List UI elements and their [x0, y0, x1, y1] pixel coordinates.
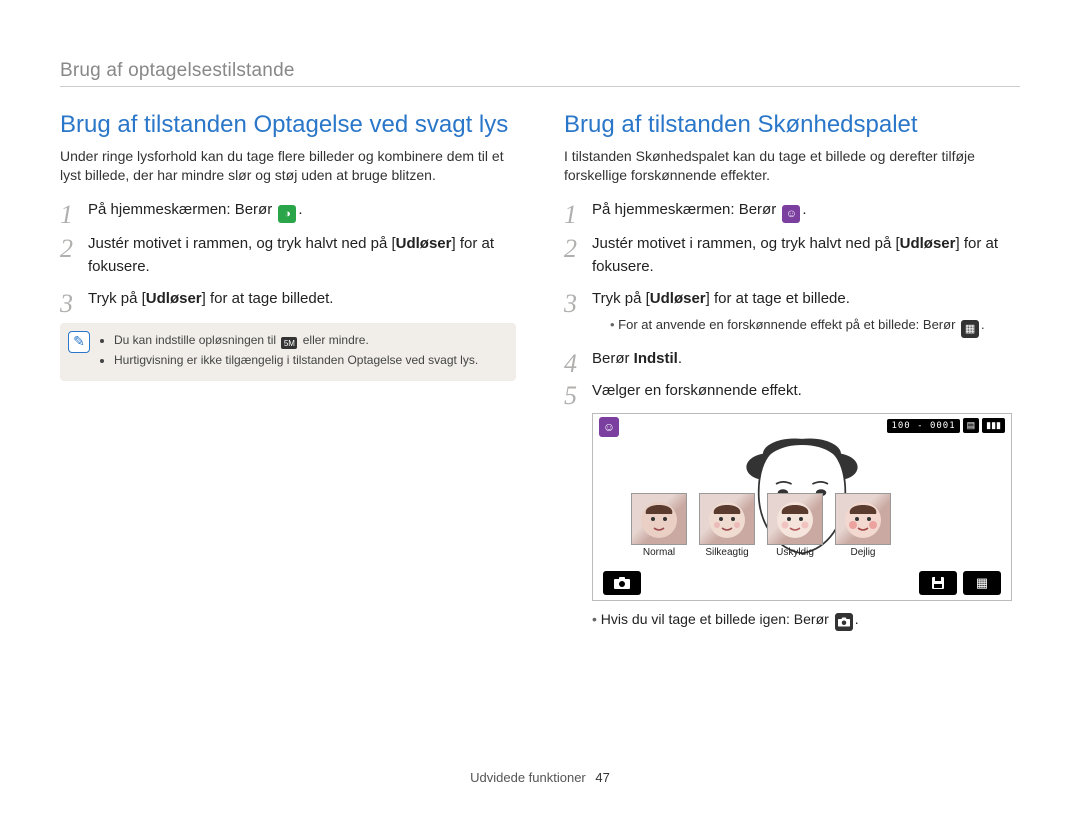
beauty-palette-mode-icon: ☺ [782, 205, 800, 223]
under-shot-b: . [855, 611, 859, 627]
two-column-layout: Brug af tilstanden Optagelse ved svagt l… [60, 111, 1020, 631]
image-counter: 100 - 0001 [887, 419, 959, 433]
effect-thumbnails: Normal Silkeagtig Uskyldig Dejlig [631, 493, 891, 558]
thumb-silky[interactable]: Silkeagtig [699, 493, 755, 558]
note-box: ✎ Du kan indstille opløsningen til 5M el… [60, 323, 516, 382]
page-footer: Udvidede funktioner 47 [0, 770, 1080, 785]
step-5: Vælger en forskønnende effekt. [564, 380, 1020, 403]
under-shot-a: Hvis du vil tage et billede igen: Berør [601, 611, 833, 627]
thumb-label: Dejlig [835, 547, 891, 558]
mode-badge-icon: ☺ [599, 417, 619, 437]
intro-low-light: Under ringe lysforhold kan du tage flere… [60, 147, 516, 185]
step-4-text-b: . [678, 350, 682, 367]
step-1: På hjemmeskærmen: Berør ☺. [564, 199, 1020, 223]
step-3-bold: Udløser [650, 290, 706, 307]
battery-icon: ▮▮▮ [982, 418, 1005, 433]
thumb-label: Silkeagtig [699, 547, 755, 558]
note-1-b: eller mindre. [299, 333, 368, 347]
step-2: Justér motivet i rammen, og tryk halvt n… [60, 233, 516, 278]
heading-low-light: Brug af tilstanden Optagelse ved svagt l… [60, 111, 516, 139]
thumb-label: Uskyldig [767, 547, 823, 558]
step-3-sub-b: . [981, 317, 985, 332]
breadcrumb: Brug af optagelsestilstande [60, 60, 1020, 82]
camera-icon [835, 613, 853, 631]
step-2-bold: Udløser [396, 235, 452, 252]
step-4: Berør Indstil. [564, 348, 1020, 371]
palette-button[interactable]: ▦ [963, 571, 1001, 595]
retake-photo-button[interactable] [603, 571, 641, 595]
camera-preview: ☺ 100 - 0001 ▤ ▮▮▮ [592, 413, 1012, 601]
preview-status-chip: 100 - 0001 ▤ ▮▮▮ [887, 417, 1005, 435]
preview-bottom-bar: ▦ [593, 566, 1011, 600]
low-light-mode-icon: ◑ [278, 205, 296, 223]
step-2-bold: Udløser [900, 235, 956, 252]
save-button[interactable] [919, 571, 957, 595]
note-1-a: Du kan indstille opløsningen til [114, 333, 279, 347]
step-3-text-a: Tryk på [ [592, 290, 650, 307]
steps-low-light: På hjemmeskærmen: Berør ◑. Justér motive… [60, 199, 516, 311]
intro-beauty-palette: I tilstanden Skønhedspalet kan du tage e… [564, 147, 1020, 185]
step-3-text-b: ] for at tage billedet. [202, 290, 334, 307]
step-3-bold: Udløser [146, 290, 202, 307]
palette-apply-icon: ▦ [961, 320, 979, 338]
resolution-icon: 5M [281, 337, 297, 349]
thumb-normal[interactable]: Normal [631, 493, 687, 558]
note-2: Hurtigvisning er ikke tilgængelig i tils… [114, 353, 504, 367]
step-3: Tryk på [Udløser] for at tage billedet. [60, 288, 516, 311]
divider [60, 86, 1020, 87]
step-1-text-b: . [802, 201, 806, 218]
step-2-text-a: Justér motivet i rammen, og tryk halvt n… [592, 235, 900, 252]
step-3-sub: For at anvende en forskønnende effekt på… [610, 315, 1020, 338]
page-number: 47 [595, 770, 609, 785]
note-1: Du kan indstille opløsningen til 5M elle… [114, 333, 504, 350]
steps-beauty-palette: På hjemmeskærmen: Berør ☺. Justér motive… [564, 199, 1020, 403]
step-4-text-a: Berør [592, 350, 634, 367]
step-2-text-a: Justér motivet i rammen, og tryk halvt n… [88, 235, 396, 252]
step-3-text-a: Tryk på [ [88, 290, 146, 307]
under-shot-note: Hvis du vil tage et billede igen: Berør … [592, 611, 1020, 631]
thumb-label: Normal [631, 547, 687, 558]
step-1-text-a: På hjemmeskærmen: Berør [88, 201, 276, 218]
step-3-text-b: ] for at tage et billede. [706, 290, 850, 307]
thumb-innocent[interactable]: Uskyldig [767, 493, 823, 558]
step-2: Justér motivet i rammen, og tryk halvt n… [564, 233, 1020, 278]
step-1-text-b: . [298, 201, 302, 218]
thumb-lovely[interactable]: Dejlig [835, 493, 891, 558]
step-3-sub-a: For at anvende en forskønnende effekt på… [618, 317, 959, 332]
step-1-text-a: På hjemmeskærmen: Berør [592, 201, 780, 218]
note-icon: ✎ [68, 331, 90, 353]
sd-card-icon: ▤ [963, 418, 980, 433]
left-column: Brug af tilstanden Optagelse ved svagt l… [60, 111, 516, 631]
step-4-bold: Indstil [634, 350, 678, 367]
step-3: Tryk på [Udløser] for at tage et billede… [564, 288, 1020, 338]
step-1: På hjemmeskærmen: Berør ◑. [60, 199, 516, 223]
footer-label: Udvidede funktioner [470, 770, 586, 785]
right-column: Brug af tilstanden Skønhedspalet I tilst… [564, 111, 1020, 631]
heading-beauty-palette: Brug af tilstanden Skønhedspalet [564, 111, 1020, 139]
